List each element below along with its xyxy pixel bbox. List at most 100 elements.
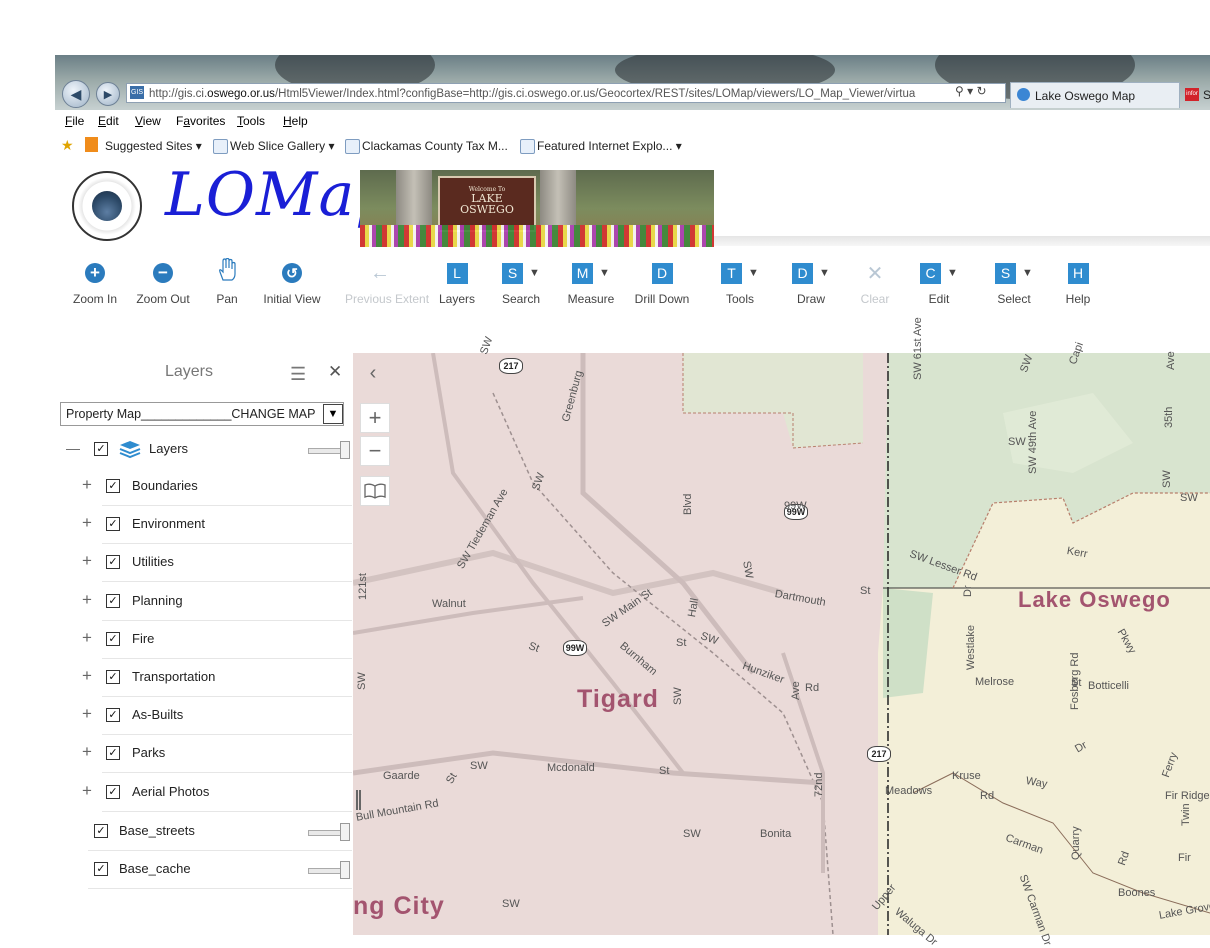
layer-row-utilities[interactable]: + ✓ Utilities <box>82 543 352 583</box>
fav-featured[interactable]: Featured Internet Explo... ▾ <box>537 139 682 153</box>
tool-label: Tools <box>725 292 754 306</box>
street-label: Ave <box>790 681 802 700</box>
street-label: Mcdonald <box>547 762 595 774</box>
tab-second[interactable]: S <box>1203 88 1210 102</box>
slider-knob[interactable] <box>340 441 350 459</box>
collapse-panel-button[interactable]: ‹ <box>360 358 386 388</box>
fav-clackamas[interactable]: Clackamas County Tax M... <box>362 139 508 153</box>
tool-clear-button[interactable]: ✕ Clear <box>840 258 910 307</box>
sign-line2: OSWEGO <box>460 203 514 216</box>
menu-help[interactable]: Help <box>283 114 308 128</box>
layer-checkbox[interactable]: ✓ <box>106 670 120 684</box>
site-favicon-icon: GIS <box>130 86 144 99</box>
tool-initial-view-button[interactable]: ↺ Initial View <box>257 258 327 306</box>
layer-checkbox[interactable]: ✓ <box>106 784 120 799</box>
map-zoom-in-button[interactable]: + <box>360 403 390 433</box>
chevron-down-icon: ▼ <box>748 267 759 279</box>
menu-edit[interactable]: Edit <box>98 114 119 128</box>
highway-shield: 217 <box>499 358 523 374</box>
layer-checkbox[interactable]: ✓ <box>106 517 120 532</box>
street-label: Blvd <box>682 493 694 515</box>
forward-button[interactable]: ▶ <box>96 82 120 106</box>
layer-row-planning[interactable]: + ✓ Planning <box>82 582 352 621</box>
fav-web-slice-gallery[interactable]: Web Slice Gallery ▾ <box>230 139 335 153</box>
layer-checkbox[interactable]: ✓ <box>94 442 108 456</box>
layer-name: Base_streets <box>119 823 195 838</box>
collapse-icon[interactable]: — <box>66 440 80 456</box>
layer-row-base_cache[interactable]: ✓ Base_cache <box>88 850 352 889</box>
panel-menu-icon[interactable]: ☰ <box>290 364 306 385</box>
street-label: Ave <box>1165 351 1177 370</box>
pan-icon <box>192 257 262 288</box>
tool-select-button[interactable]: S ▼ Select <box>979 258 1049 306</box>
panel-close-icon[interactable]: ✕ <box>328 362 342 382</box>
street-label: Meadows <box>885 785 933 797</box>
layer-row-parks[interactable]: + ✓ Parks <box>82 734 352 774</box>
panel-splitter[interactable] <box>356 790 361 810</box>
expand-icon[interactable]: + <box>82 514 92 531</box>
tool-tools-button[interactable]: T ▼ Tools <box>705 258 775 306</box>
tool-zoom-out-button[interactable]: − Zoom Out <box>128 258 198 306</box>
tool-label: Pan <box>216 292 238 306</box>
expand-icon[interactable]: + <box>82 743 92 760</box>
tool-drill-down-button[interactable]: D Drill Down <box>627 258 697 306</box>
expand-icon[interactable]: + <box>82 705 92 722</box>
menu-tools[interactable]: Tools <box>237 114 265 128</box>
layer-checkbox[interactable]: ✓ <box>106 479 120 493</box>
layer-checkbox[interactable]: ✓ <box>106 631 120 646</box>
fav-suggested-sites[interactable]: Suggested Sites ▾ <box>105 139 202 153</box>
layer-row-boundaries[interactable]: + ✓ Boundaries <box>82 467 352 506</box>
change-map-select[interactable]: Property Map_____________CHANGE MAP <box>60 402 344 426</box>
tool-draw-button[interactable]: D ▼ Draw <box>776 258 846 306</box>
menu-view[interactable]: View <box>135 114 161 128</box>
favorites-star-icon[interactable]: ★ <box>61 137 74 154</box>
address-tools[interactable]: ⚲ ▾ ↻ <box>955 84 987 98</box>
address-bar[interactable]: http://gis.ci.oswego.or.us/Html5Viewer/I… <box>126 83 1006 103</box>
menu-file[interactable]: File <box>65 114 84 128</box>
expand-icon[interactable]: + <box>82 629 92 646</box>
tool-search-button[interactable]: S ▼ Search <box>486 258 556 306</box>
opacity-slider[interactable] <box>308 830 344 836</box>
layer-row-root[interactable]: — ✓ Layers <box>60 430 352 468</box>
opacity-slider[interactable] <box>308 448 344 454</box>
map-book-icon[interactable] <box>360 476 390 506</box>
slider-knob[interactable] <box>340 861 350 879</box>
tool-help-button[interactable]: H Help <box>1043 258 1113 306</box>
layer-checkbox[interactable]: ✓ <box>106 555 120 570</box>
expand-icon[interactable]: + <box>82 667 92 684</box>
layer-checkbox[interactable]: ✓ <box>106 746 120 761</box>
layer-checkbox[interactable]: ✓ <box>94 824 108 838</box>
chevron-down-icon[interactable]: ▼ <box>323 404 343 424</box>
map-zoom-out-button[interactable]: − <box>360 436 390 466</box>
expand-icon[interactable]: + <box>82 552 92 569</box>
expand-icon[interactable]: + <box>82 782 92 799</box>
tool-edit-button[interactable]: C ▼ Edit <box>904 258 974 306</box>
layer-checkbox[interactable]: ✓ <box>94 862 108 876</box>
street-label: Kruse <box>952 770 981 782</box>
opacity-slider[interactable] <box>308 868 344 874</box>
chevron-down-icon: ▼ <box>947 267 958 279</box>
layer-checkbox[interactable]: ✓ <box>106 593 120 608</box>
tool-layers-button[interactable]: L Layers <box>422 258 492 306</box>
tool-pan-button[interactable]: Pan <box>192 257 262 306</box>
layer-row-fire[interactable]: + ✓ Fire <box>82 620 352 659</box>
layer-name: Base_cache <box>119 861 191 876</box>
menu-favorites[interactable]: Favorites <box>176 114 225 128</box>
layer-row-environment[interactable]: + ✓ Environment <box>82 505 352 545</box>
layer-checkbox[interactable]: ✓ <box>106 708 120 723</box>
expand-icon[interactable]: + <box>82 476 92 493</box>
layer-row-as-builts[interactable]: + ✓ As-Builts <box>82 696 352 736</box>
tab-lake-oswego-map[interactable]: Lake Oswego Map <box>1010 82 1180 108</box>
layer-name: Layers <box>149 441 189 456</box>
layer-row-aerial-photos[interactable]: + ✓ Aerial Photos <box>82 773 352 812</box>
back-button[interactable]: ◀ <box>62 80 90 108</box>
expand-icon[interactable]: + <box>82 591 92 608</box>
street-label: 121st <box>357 573 369 600</box>
tool-previous-extent-button[interactable]: ← Previous Extent <box>345 258 429 307</box>
slider-knob[interactable] <box>340 823 350 841</box>
street-label: SW 61st Ave <box>912 317 924 380</box>
layer-row-base_streets[interactable]: ✓ Base_streets <box>88 812 352 851</box>
layer-row-transportation[interactable]: + ✓ Transportation <box>82 658 352 697</box>
tool-zoom-in-button[interactable]: + Zoom In <box>60 258 130 306</box>
tool-measure-button[interactable]: M ▼ Measure <box>556 258 626 306</box>
